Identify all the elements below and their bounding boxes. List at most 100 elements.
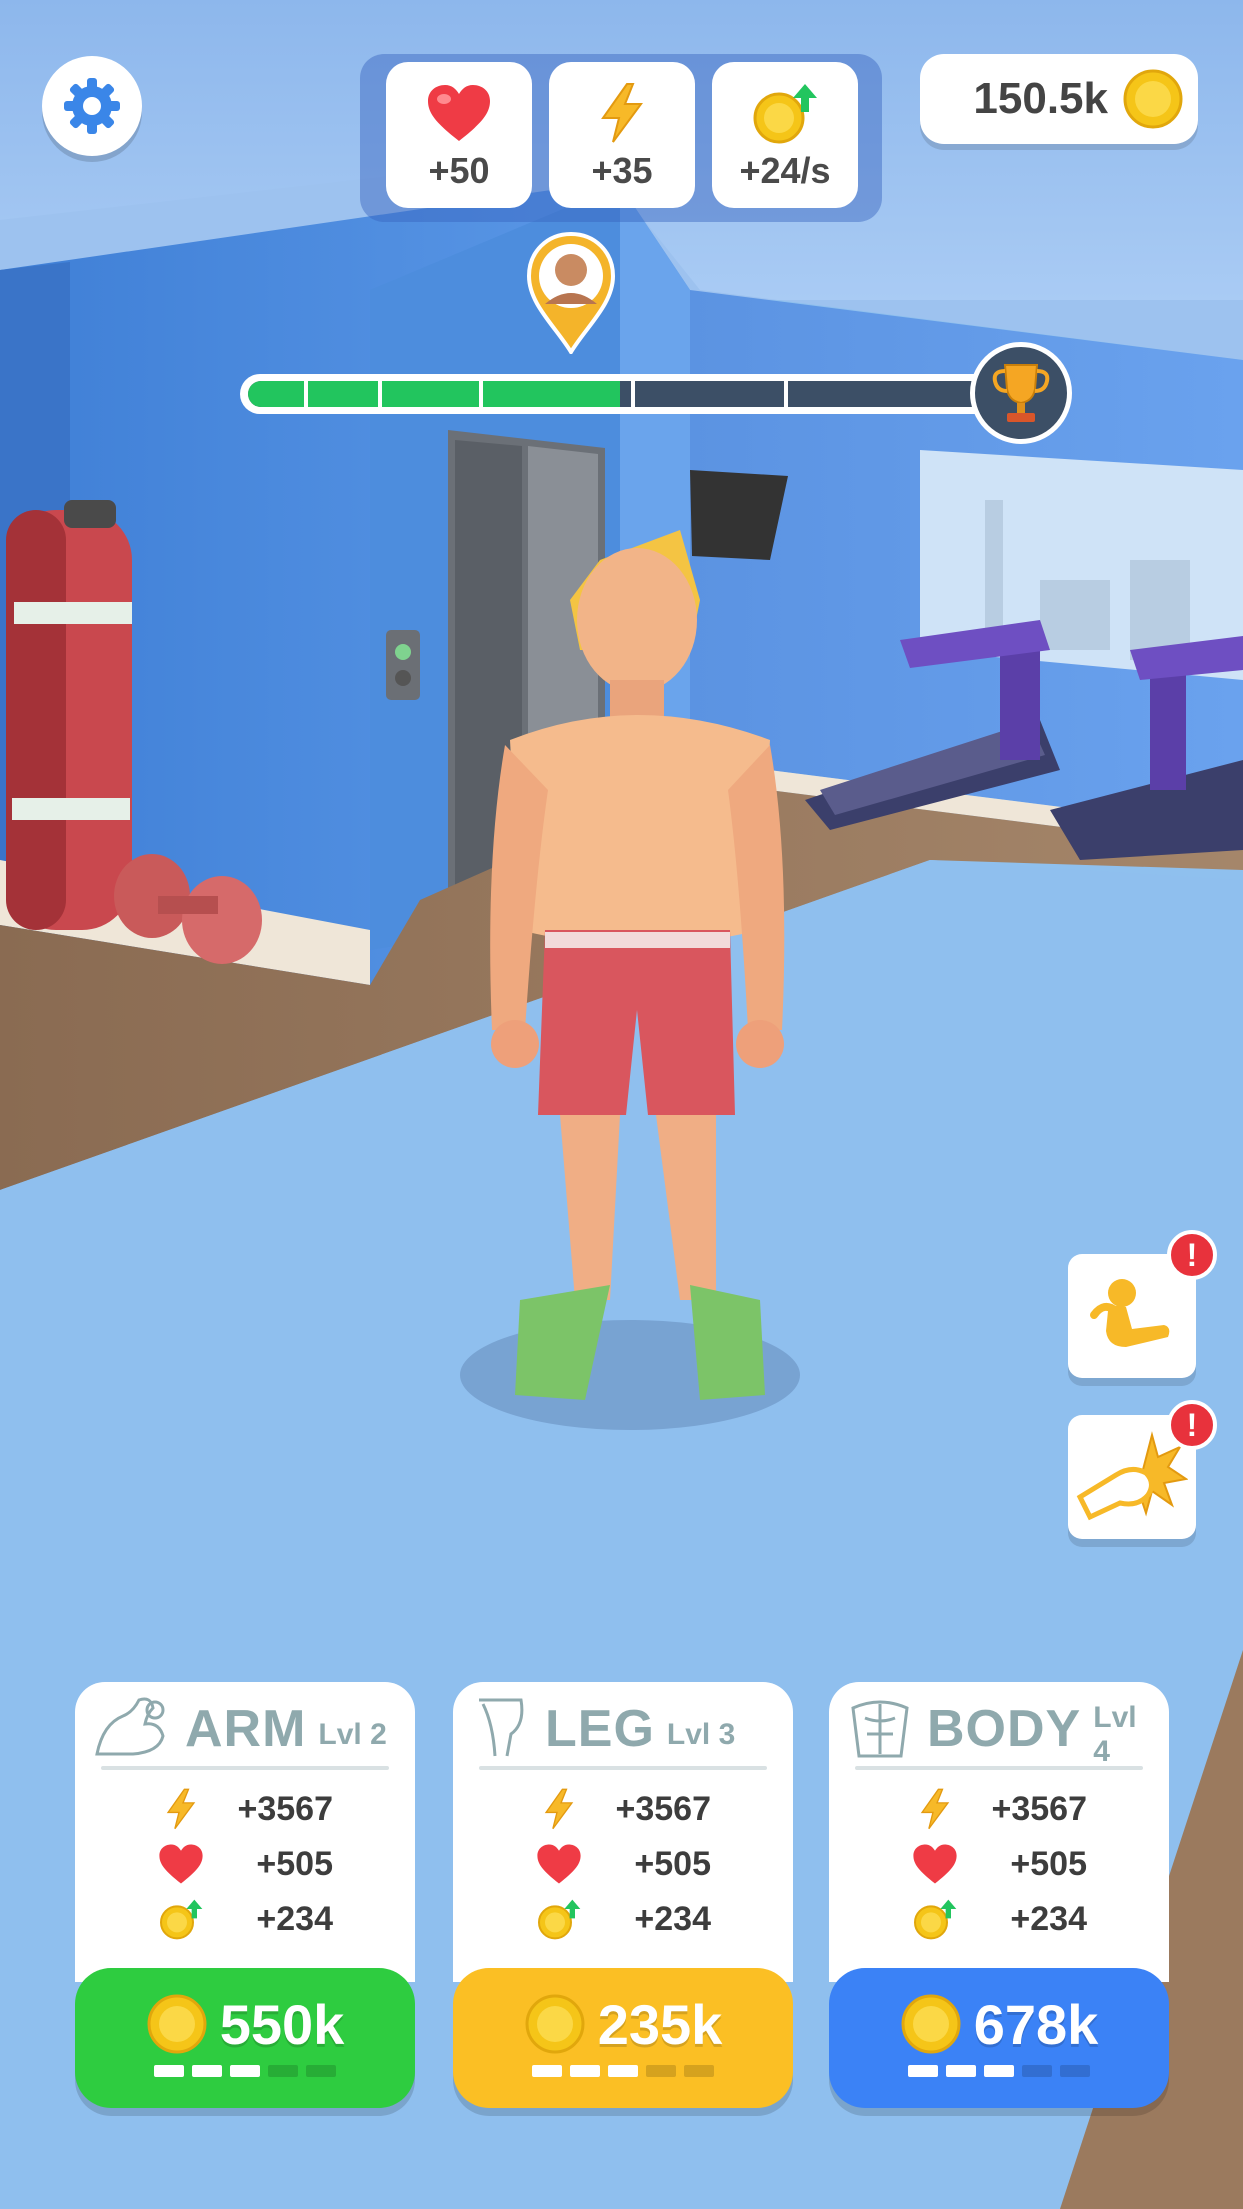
energy-bonus-value: +3567 [237, 1789, 334, 1828]
level-segment [154, 2064, 184, 2077]
level-segment [608, 2064, 638, 2077]
level-segment [268, 2064, 298, 2077]
upgrade-buy-button[interactable]: 235k [453, 1968, 793, 2108]
income-stat-value: +24/s [739, 150, 831, 191]
level-progress-bar [240, 374, 1000, 414]
upgrade-card-body: LEG Lvl 3 +3567 +505 +234 [453, 1682, 793, 1982]
income-bonus-row: +234 [829, 1894, 1169, 1944]
game-scene: +50 +35 +24/s 150.5k ! ! ARM Lvl 2 +3567… [0, 0, 1243, 2209]
level-segment [532, 2064, 562, 2077]
coin-icon [525, 1994, 585, 2054]
gear-icon [64, 78, 120, 134]
progress-divider [303, 381, 308, 407]
energy-stat-value: +35 [591, 150, 653, 191]
income-bonus-row: +234 [453, 1894, 793, 1944]
health-stat-card: +50 [386, 62, 532, 208]
upgrade-price: 678k [973, 1992, 1099, 2056]
health-bonus-row: +505 [829, 1839, 1169, 1889]
level-segment [570, 2064, 600, 2077]
level-segment [192, 2064, 222, 2077]
punch-icon [1076, 1431, 1188, 1521]
upgrade-level-segments [150, 2064, 340, 2077]
coin-up-icon [911, 1895, 959, 1943]
coin-icon [147, 1994, 207, 2054]
coin-up-icon [157, 1895, 205, 1943]
upgrade-card-level: Lvl 2 [318, 1718, 387, 1751]
level-segment [984, 2064, 1014, 2077]
health-bonus-value: +505 [1010, 1844, 1087, 1883]
level-segment [646, 2064, 676, 2077]
progress-divider [378, 381, 383, 407]
settings-button[interactable] [42, 56, 142, 156]
divider [101, 1766, 389, 1770]
upgrade-card-body: ARM Lvl 2 +3567 +505 +234 [75, 1682, 415, 1982]
income-bonus-value: +234 [1010, 1899, 1087, 1938]
energy-bonus-value: +3567 [615, 1789, 712, 1828]
body-muscle-icon [847, 1694, 913, 1765]
progress-divider [478, 381, 483, 407]
level-segment [1022, 2064, 1052, 2077]
progress-divider [631, 381, 636, 407]
upgrade-buy-button[interactable]: 550k [75, 1968, 415, 2108]
upgrade-card-header: LEG Lvl 3 [471, 1696, 775, 1762]
lightning-icon [535, 1785, 583, 1833]
upgrade-card-header: BODY Lvl 4 [847, 1694, 1151, 1768]
upgrade-card-body: BODY Lvl 4 +3567 +505 +234 [829, 1682, 1169, 1982]
upgrade-buy-button[interactable]: 678k [829, 1968, 1169, 2108]
income-stat-card: +24/s [712, 62, 858, 208]
leg-muscle-icon [471, 1694, 531, 1765]
arm-muscle-icon [93, 1694, 171, 1765]
level-segment [306, 2064, 336, 2077]
level-segment [684, 2064, 714, 2077]
upgrade-level-segments [904, 2064, 1094, 2077]
upgrade-card-title: ARM [185, 1700, 307, 1758]
upgrade-card-level: Lvl 3 [666, 1718, 736, 1751]
upgrade-card-title: BODY [927, 1700, 1082, 1758]
opponent-avatar-pin [526, 231, 616, 354]
upgrade-card-body: BODY Lvl 4 +3567 +505 +234 [829, 1682, 1169, 2112]
coin-balance: 150.5k [920, 54, 1198, 144]
coin-up-icon [535, 1895, 583, 1943]
upgrade-price: 235k [597, 1992, 723, 2056]
health-bonus-row: +505 [75, 1839, 415, 1889]
coin-balance-value: 150.5k [973, 74, 1108, 123]
upgrade-card-level: Lvl 4 [1093, 1701, 1137, 1768]
energy-bonus-row: +3567 [829, 1784, 1169, 1834]
income-bonus-value: +234 [634, 1899, 711, 1938]
energy-stat-card: +35 [549, 62, 695, 208]
level-segment [946, 2064, 976, 2077]
health-stat-value: +50 [428, 150, 490, 191]
coin-icon [1123, 69, 1183, 129]
health-bonus-row: +505 [453, 1839, 793, 1889]
lightning-icon [597, 82, 647, 144]
upgrade-card-title: LEG [545, 1700, 655, 1758]
lightning-icon [911, 1785, 959, 1833]
situp-icon [1090, 1279, 1170, 1347]
health-bonus-value: +505 [634, 1844, 711, 1883]
heart-icon [535, 1840, 583, 1888]
punch-alert-badge: ! [1167, 1400, 1217, 1450]
upgrade-level-segments [528, 2064, 718, 2077]
coin-up-icon [749, 82, 821, 144]
heart-icon [426, 82, 492, 144]
upgrade-card-leg: LEG Lvl 3 +3567 +505 +234 235k [453, 1682, 793, 2112]
level-segment [908, 2064, 938, 2077]
divider [855, 1766, 1143, 1770]
level-segment [1060, 2064, 1090, 2077]
divider [479, 1766, 767, 1770]
energy-bonus-row: +3567 [453, 1784, 793, 1834]
energy-bonus-value: +3567 [991, 1789, 1088, 1828]
coin-icon [901, 1994, 961, 2054]
situp-alert-badge: ! [1167, 1230, 1217, 1280]
income-bonus-value: +234 [256, 1899, 333, 1938]
upgrade-card-arm: ARM Lvl 2 +3567 +505 +234 550k [75, 1682, 415, 2112]
trophy-icon [992, 364, 1050, 422]
progress-divider [783, 381, 788, 407]
level-segment [230, 2064, 260, 2077]
heart-icon [911, 1840, 959, 1888]
trophy-goal [970, 342, 1072, 444]
heart-icon [157, 1840, 205, 1888]
lightning-icon [157, 1785, 205, 1833]
upgrade-price: 550k [219, 1992, 345, 2056]
income-bonus-row: +234 [75, 1894, 415, 1944]
